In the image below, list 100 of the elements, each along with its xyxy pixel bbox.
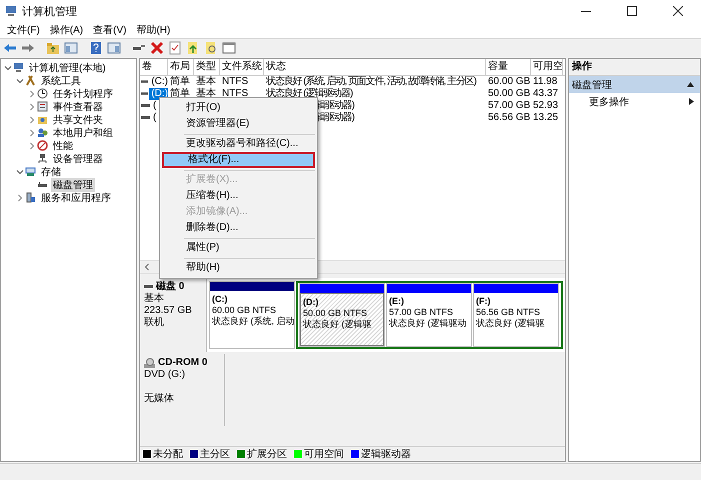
partition-label: (F:) [476, 296, 492, 307]
volume-name[interactable]: ( [151, 112, 156, 124]
disk-type: DVD (G:) [144, 369, 186, 381]
menu-item[interactable]: 查看(V) [88, 23, 132, 37]
window-icon [222, 41, 236, 55]
partition-size: 50.00 GB NTFS [303, 308, 368, 319]
tree-item[interactable]: 设备管理器 [51, 152, 105, 166]
legend-label: 主分区 [200, 448, 230, 461]
forward-icon [20, 41, 34, 55]
column-header[interactable]: 布局 [168, 59, 194, 75]
partition[interactable]: (F:) 56.56 GB NTFS 状态良好 (逻辑驱 [473, 283, 559, 347]
disk-status: 无媒体 [144, 393, 175, 405]
table-cell-text: 11.98 [532, 76, 558, 88]
tree-item[interactable]: 服务和应用程序 [39, 190, 113, 204]
table-cell-text: 57.00 GB [487, 100, 531, 112]
menu-item[interactable]: 文件(F) [2, 23, 45, 37]
toolbar-button[interactable] [88, 40, 103, 56]
partition-status: 状态良好 (系统, 启动 [212, 316, 292, 327]
menu-item[interactable]: 帮助(H) [131, 23, 176, 37]
extended-partition[interactable]: (D:) 50.00 GB NTFS 状态良好 (逻辑驱 (E:) 57.00 GB NTFS 状态良好 (逻辑驱动 (F:) 56.56 GB NTFS 状态良好 (逻辑驱 [296, 281, 563, 349]
table-cell-text: 简单 [169, 88, 191, 100]
tree-item[interactable]: 系统工具 [39, 74, 83, 88]
scroll-left-icon[interactable] [143, 263, 151, 271]
toolbar-button[interactable] [106, 40, 121, 56]
folder-icon [46, 41, 60, 55]
table-cell-text: 50.00 GB [487, 88, 531, 100]
collapse-triangle-icon[interactable] [687, 82, 694, 87]
cd-drive-icon [144, 358, 155, 368]
menu-item[interactable]: 操作(A) [44, 23, 88, 37]
tree-item[interactable]: 事件查看器 [51, 100, 105, 114]
tools-icon [25, 75, 36, 86]
table-cell-text: NTFS [221, 88, 250, 100]
disk-type: 基本 [144, 293, 165, 305]
tree-item[interactable]: 本地用户和组 [51, 126, 115, 140]
tree-item[interactable]: 性能 [51, 138, 75, 152]
toolbar-button[interactable] [221, 40, 236, 56]
disk-name: CD-ROM 0 [158, 357, 208, 369]
partition[interactable]: (C:) 60.00 GB NTFS 状态良好 (系统, 启动 [209, 281, 295, 349]
action-item[interactable]: 更多操作 [589, 94, 629, 108]
menu-item[interactable]: 资源管理器(E) [162, 116, 315, 132]
legend-label: 逻辑驱动器 [361, 448, 411, 461]
volume-name[interactable]: ( [151, 100, 156, 112]
partition-label: (D:) [303, 297, 320, 308]
partition-size: 60.00 GB NTFS [212, 305, 278, 316]
toolbar-button[interactable] [45, 40, 60, 56]
delete-icon [150, 41, 164, 55]
partition[interactable]: (D:) 50.00 GB NTFS 状态良好 (逻辑驱 [299, 283, 385, 347]
shared-folder-icon [37, 114, 48, 125]
menu-item[interactable]: 更改驱动器号和路径(C)... [162, 136, 315, 152]
partition-status: 状态良好 (逻辑驱动 [389, 318, 468, 329]
server-icon [25, 192, 36, 203]
menu-item[interactable]: 压缩卷(H)... [162, 188, 315, 204]
actions-section[interactable]: 磁盘管理 [569, 76, 700, 93]
upload-icon [186, 41, 200, 55]
column-header[interactable]: 卷 [140, 59, 168, 75]
table-cell-text: 简单 [169, 76, 191, 88]
toolbar-button[interactable] [149, 40, 164, 56]
column-header[interactable]: 文件系统 [220, 59, 264, 75]
clock-icon [37, 88, 48, 99]
tree-item[interactable]: 存储 [39, 164, 63, 178]
device-tree-icon [37, 153, 48, 164]
help-icon [88, 41, 102, 55]
toolbar-button[interactable] [167, 40, 182, 56]
menu-item[interactable]: 属性(P) [162, 240, 315, 256]
table-cell-text: 56.56 GB [487, 112, 531, 124]
tree-item[interactable]: 共享文件夹 [51, 112, 105, 126]
table-cell-text: 60.00 GB [487, 76, 531, 88]
partition-status: 状态良好 (逻辑驱 [303, 319, 372, 330]
tree-item[interactable]: 磁盘管理 [51, 178, 95, 192]
users-icon [37, 127, 48, 138]
partition-size: 56.56 GB NTFS [476, 307, 542, 318]
table-cell-text: 52.93 [532, 100, 560, 112]
volume-icon [141, 92, 148, 96]
column-header[interactable]: 容量 [486, 59, 531, 75]
volume-name[interactable]: (C:) [149, 76, 168, 88]
log-icon [37, 101, 48, 112]
toolbar-button[interactable] [63, 40, 78, 56]
table-cell-text: 13.25 [532, 112, 560, 124]
submenu-triangle-icon [689, 98, 694, 105]
column-header[interactable]: 类型 [194, 59, 220, 75]
window-title: 计算机管理 [22, 4, 78, 18]
disk-status: 联机 [144, 317, 165, 329]
partition[interactable]: (E:) 57.00 GB NTFS 状态良好 (逻辑驱动 [386, 283, 472, 347]
menu-item[interactable]: 打开(O) [162, 100, 315, 116]
menu-item[interactable]: 删除卷(D)... [162, 220, 315, 236]
table-cell-text: 状态良好 (系统, 启动, 页面文件, 活动, 故障转储, 主分区) [265, 76, 478, 88]
toolbar-button[interactable] [185, 40, 200, 56]
partition-size: 57.00 GB NTFS [389, 307, 454, 318]
legend-label: 扩展分区 [247, 448, 287, 461]
legend-label: 可用空间 [304, 448, 344, 461]
table-cell-text: 基本 [195, 88, 217, 100]
tree-item[interactable]: 计算机管理(本地) [27, 60, 108, 74]
volume-icon [141, 80, 148, 84]
column-header[interactable]: 状态 [264, 59, 486, 75]
menu-item[interactable]: 格式化(F)... [162, 152, 315, 168]
partition-status: 状态良好 (逻辑驱 [476, 318, 546, 329]
close-icon [673, 6, 683, 16]
tree-item[interactable]: 任务计划程序 [51, 86, 115, 100]
section-label: 磁盘管理 [572, 78, 612, 92]
partition-label: (C:) [212, 294, 228, 305]
